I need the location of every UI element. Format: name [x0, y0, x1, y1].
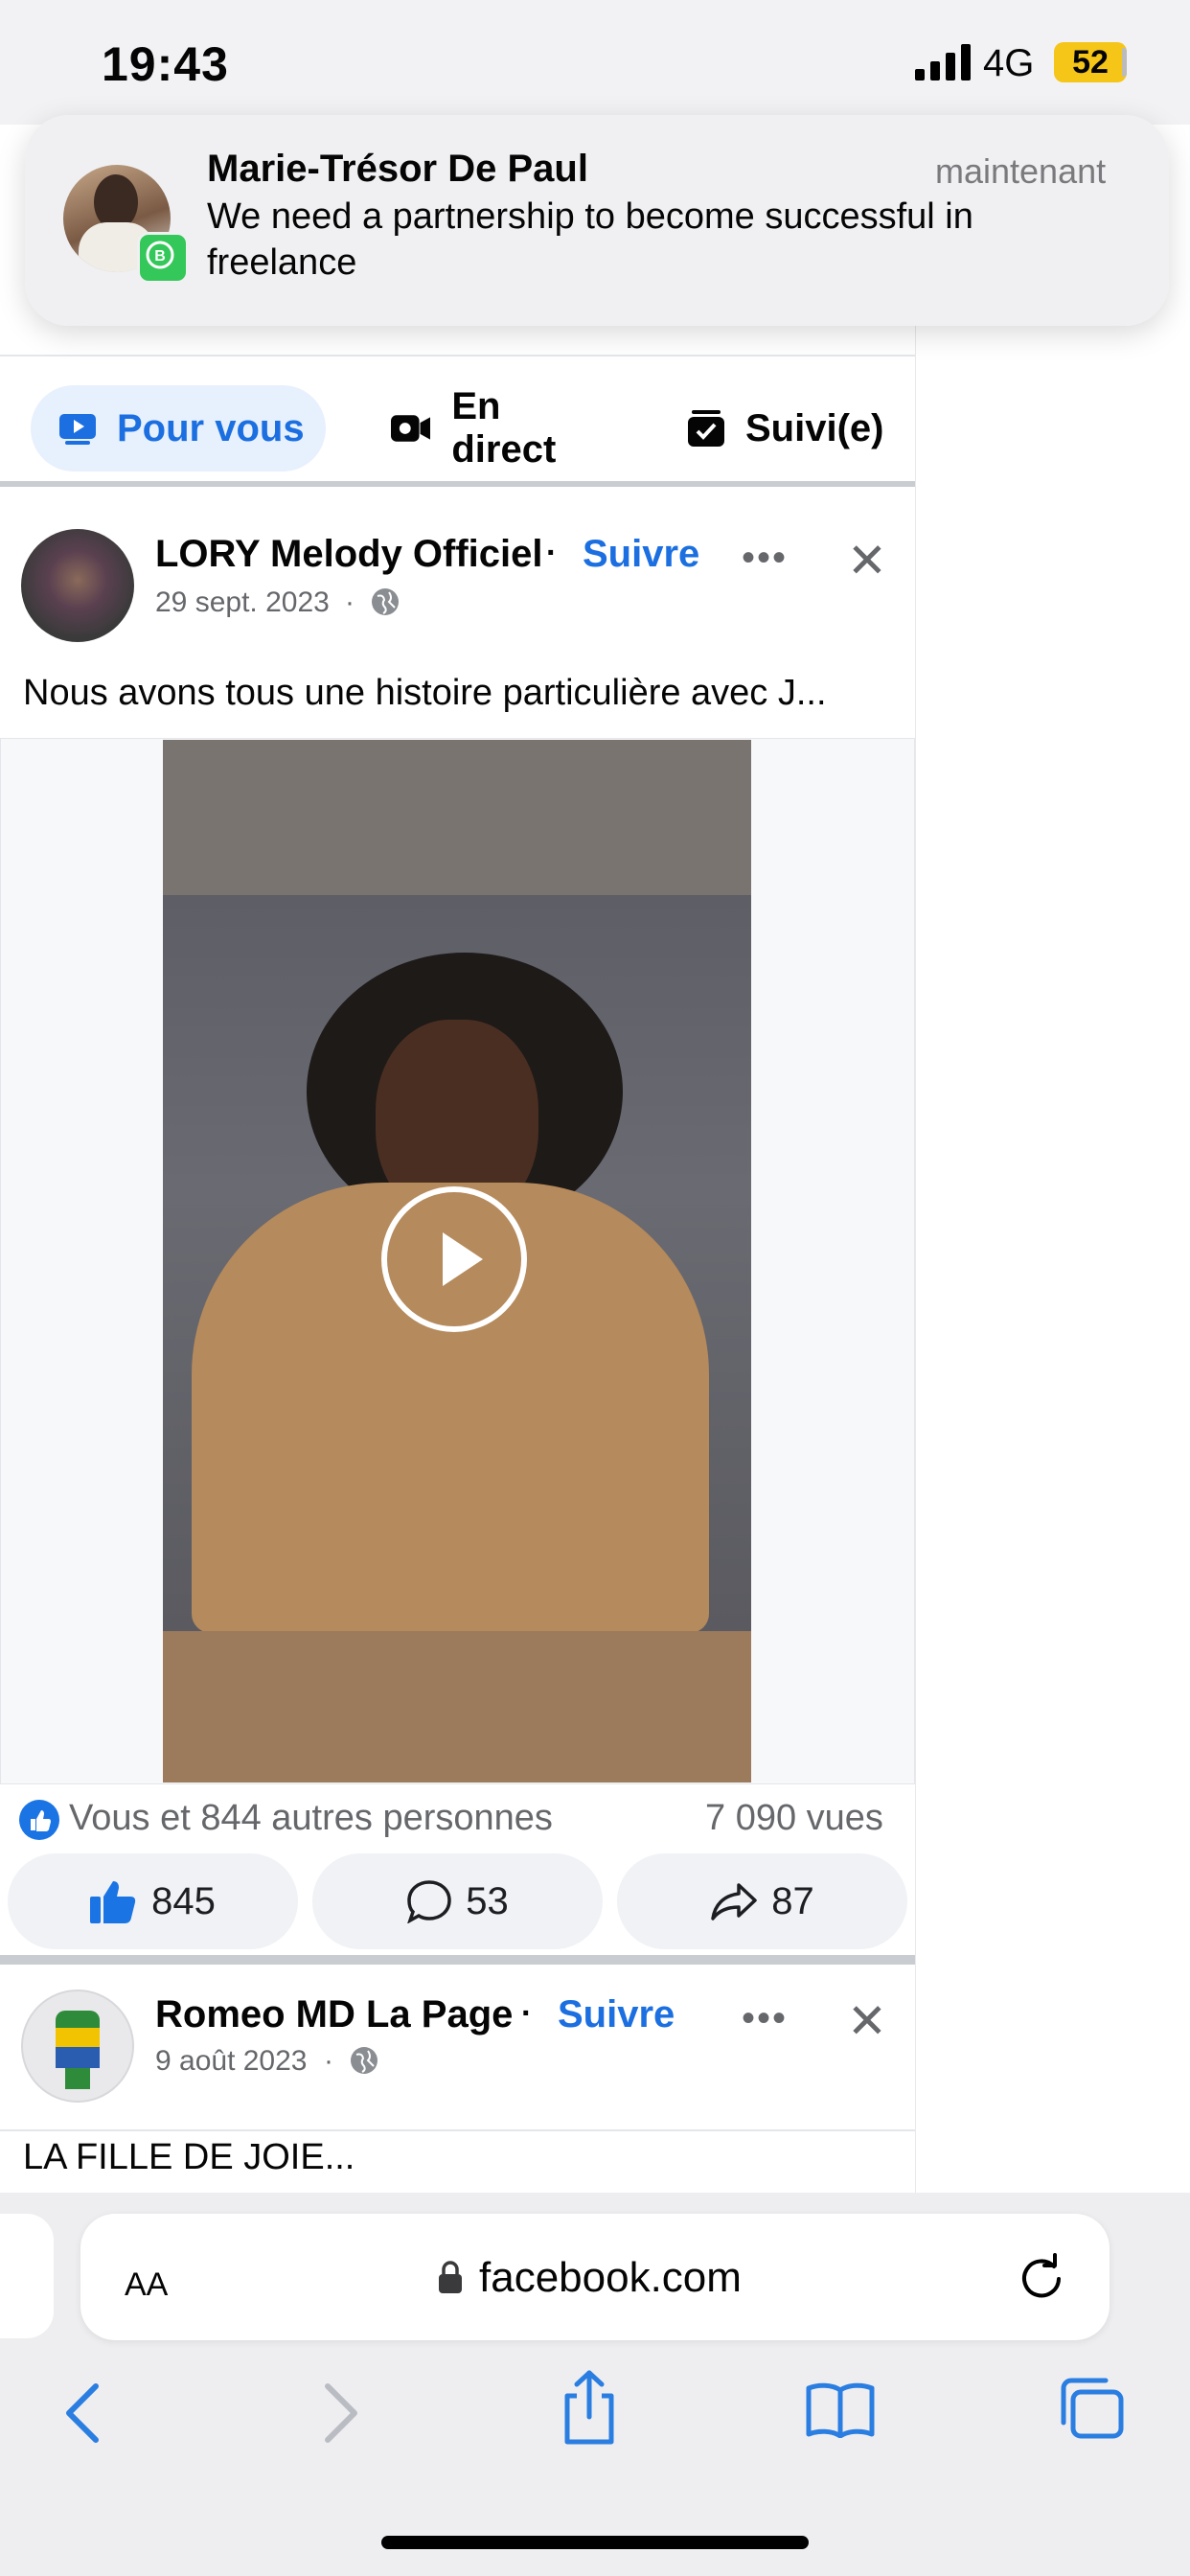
notification-time: maintenant	[935, 151, 1107, 191]
reload-icon[interactable]	[1016, 2252, 1067, 2304]
live-camera-icon	[391, 415, 431, 442]
letterbox-top	[163, 740, 751, 895]
forward-icon[interactable]	[316, 2380, 364, 2446]
whatsapp-b-glyph: B	[146, 241, 174, 269]
tab-label: Suivi(e)	[745, 406, 884, 449]
back-icon[interactable]	[59, 2380, 107, 2446]
video-tabs: Pour vous En direct Suivi(e)	[0, 356, 915, 481]
whatsapp-business-icon: B	[137, 232, 189, 284]
like-count: 845	[151, 1879, 216, 1922]
post-text[interactable]: Nous avons tous une histoire particulièr…	[23, 673, 827, 714]
tab-label: Pour vous	[117, 406, 305, 449]
notification-sender: Marie-Trésor De Paul	[207, 148, 588, 190]
battery-level: 52	[1054, 42, 1127, 82]
author-avatar[interactable]	[21, 1990, 134, 2103]
text-size-button[interactable]: AA	[125, 2254, 168, 2306]
url-text[interactable]: facebook.com	[479, 2254, 742, 2302]
tabs-icon[interactable]	[1058, 2377, 1125, 2440]
raised-fist-icon	[56, 2011, 100, 2089]
page-margin	[915, 125, 1190, 2195]
close-icon[interactable]: ✕	[847, 1993, 887, 2049]
post-divider	[0, 1955, 915, 1965]
play-icon	[443, 1232, 483, 1286]
following-box-icon	[688, 410, 724, 447]
bookmarks-icon[interactable]	[805, 2380, 876, 2438]
text-size-label: AA	[125, 2266, 169, 2303]
tab-following[interactable]: Suivi(e)	[661, 385, 901, 472]
separator-dot: ·	[521, 1995, 533, 2032]
like-reaction-icon	[19, 1800, 59, 1840]
previous-tab-peek[interactable]	[0, 2214, 54, 2338]
separator-dot: ·	[345, 586, 355, 618]
separator-dot: ·	[324, 2045, 333, 2077]
divider	[0, 481, 915, 487]
share-arrow-icon	[711, 1883, 757, 1920]
cellular-signal-icon	[915, 44, 971, 80]
like-button[interactable]: 845	[8, 1853, 298, 1949]
svg-text:B: B	[154, 248, 166, 264]
close-icon[interactable]: ✕	[847, 533, 887, 588]
reactions-summary[interactable]: Vous et 844 autres personnes	[69, 1798, 553, 1839]
battery-cap	[1122, 48, 1127, 77]
lock-icon	[439, 2261, 462, 2293]
tab-for-you[interactable]: Pour vous	[31, 385, 326, 472]
post-author[interactable]: LORY Melody Officiel	[155, 533, 543, 576]
comment-icon	[407, 1880, 452, 1923]
separator-dot: ·	[546, 535, 558, 571]
notification-message: We need a partnership to become successf…	[207, 196, 973, 283]
follow-button[interactable]: Suivre	[583, 533, 699, 576]
letterbox-bottom	[163, 1631, 751, 1782]
tab-live[interactable]: En direct	[364, 385, 613, 472]
comment-count: 53	[466, 1879, 509, 1922]
divider	[0, 2129, 915, 2131]
share-button[interactable]: 87	[617, 1853, 907, 1949]
post-author[interactable]: Romeo MD La Page	[155, 1993, 513, 2036]
thumbs-up-icon	[90, 1881, 136, 1923]
post-date: 9 août 2023	[155, 2045, 308, 2077]
more-options-icon[interactable]: •••	[742, 1997, 788, 2040]
author-avatar[interactable]	[21, 529, 134, 642]
comment-button[interactable]: 53	[312, 1853, 603, 1949]
home-indicator	[381, 2536, 809, 2549]
post-date: 29 sept. 2023	[155, 586, 330, 618]
share-icon[interactable]	[560, 2369, 619, 2446]
globe-icon	[372, 588, 399, 615]
play-button[interactable]	[381, 1186, 527, 1332]
video-play-icon	[59, 414, 96, 445]
tab-label: En direct	[451, 385, 557, 471]
post-text[interactable]: LA FILLE DE JOIE...	[23, 2137, 355, 2178]
view-count: 7 090 vues	[705, 1798, 883, 1838]
clock: 19:43	[102, 37, 229, 91]
network-type: 4G	[983, 42, 1035, 84]
more-options-icon[interactable]: •••	[742, 537, 788, 580]
globe-icon	[351, 2047, 378, 2074]
share-count: 87	[771, 1879, 814, 1922]
follow-button[interactable]: Suivre	[558, 1993, 675, 2036]
